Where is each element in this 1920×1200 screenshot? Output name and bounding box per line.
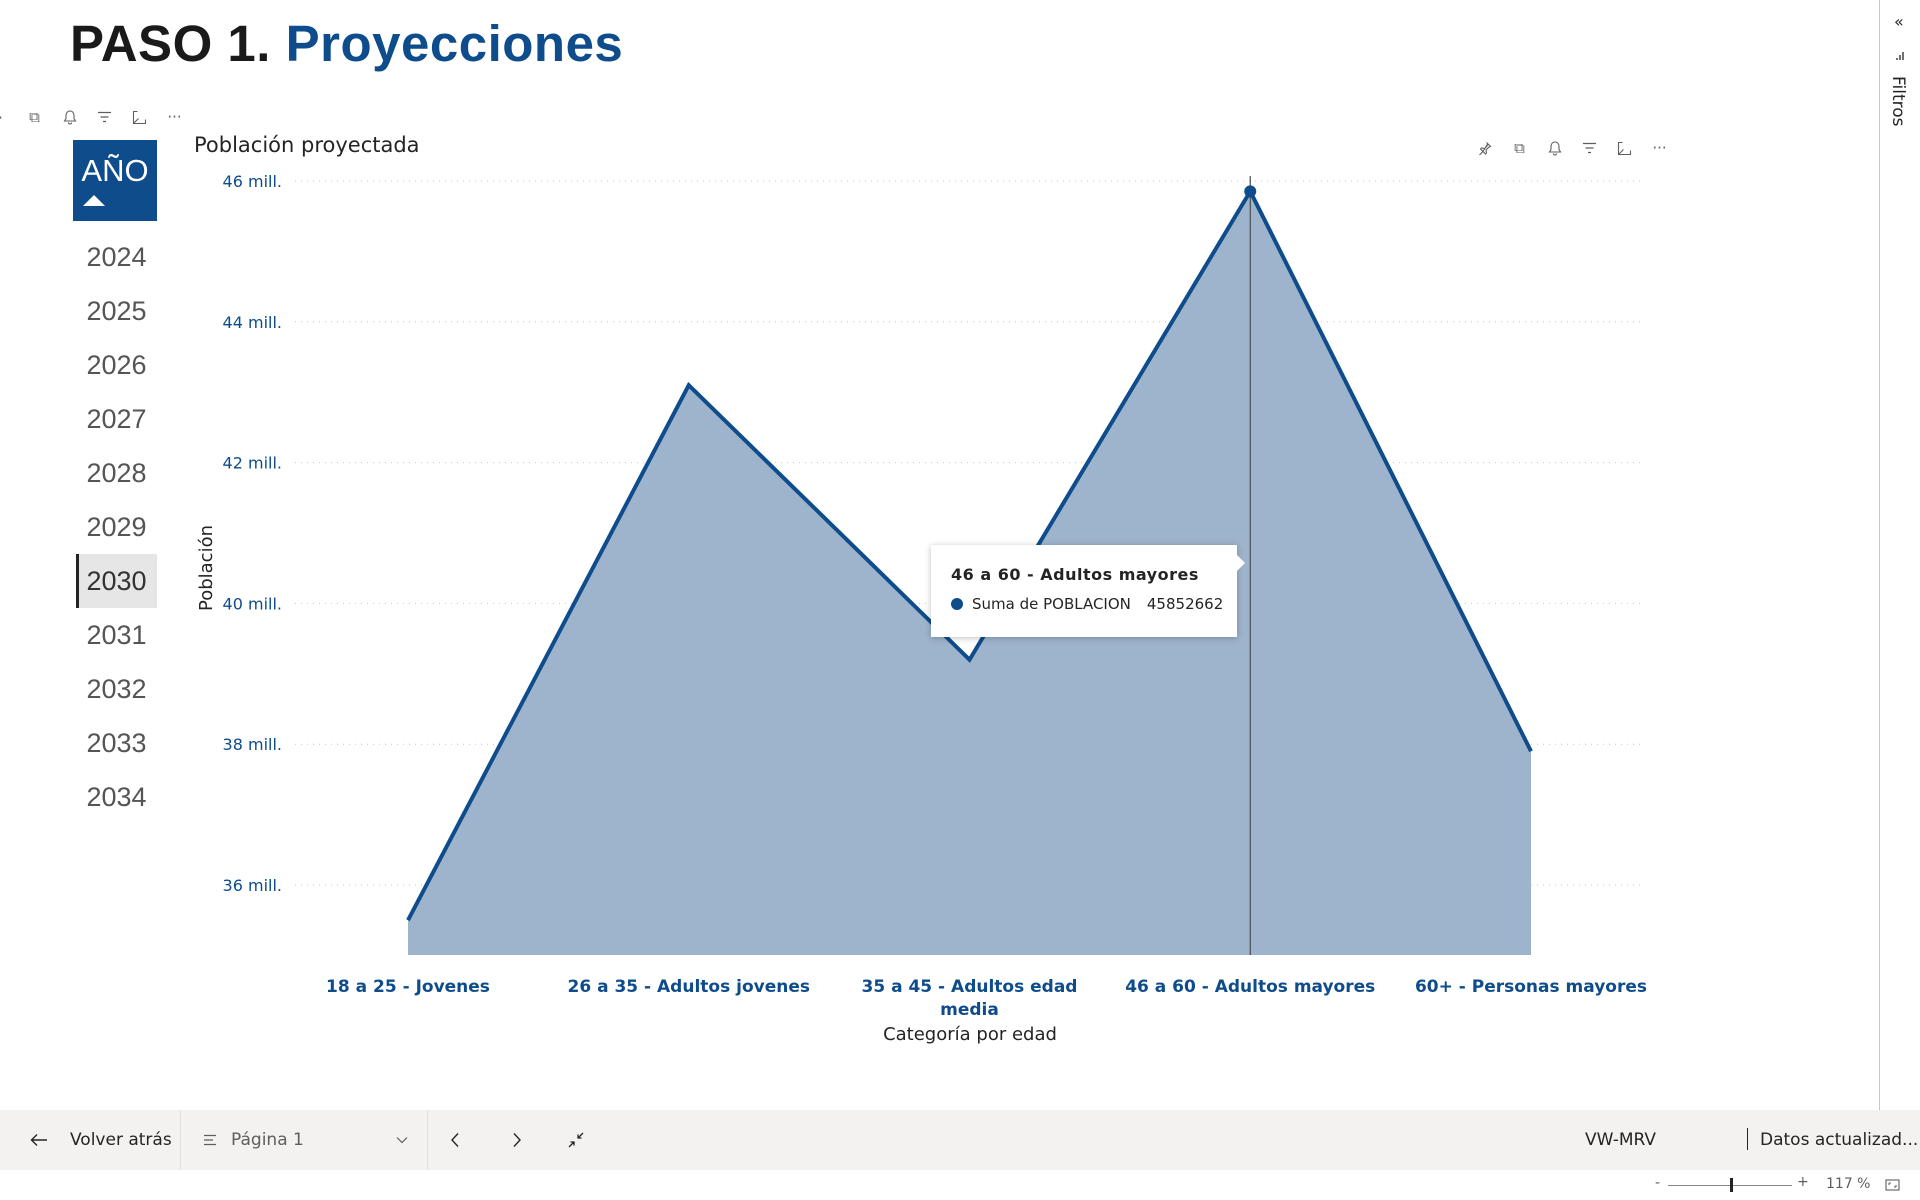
zoom-in-button[interactable]: +: [1797, 1174, 1809, 1190]
back-button[interactable]: Volver atrás: [30, 1110, 172, 1170]
collapse-arrows-icon: [568, 1132, 584, 1148]
chevron-down-icon: [396, 1137, 408, 1144]
y-tick-label: 44 mill.: [223, 313, 282, 332]
y-tick-label: 38 mill.: [223, 735, 282, 754]
x-axis-title: Categoría por edad: [883, 1024, 1057, 1045]
data-updated-label: Datos actualizad...: [1760, 1130, 1919, 1150]
data-point: [1244, 185, 1257, 198]
y-tick-label: 46 mill.: [223, 172, 282, 191]
arrow-left-icon: [30, 1134, 47, 1146]
fit-to-page-icon[interactable]: [1885, 1179, 1900, 1191]
previous-page-button[interactable]: [450, 1110, 460, 1170]
x-tick-label: 35 a 45 - Adultos edad: [862, 977, 1078, 997]
x-tick-label: 26 a 35 - Adultos jovenes: [568, 977, 810, 997]
tooltip-row: Suma de POBLACION 45852662: [951, 595, 1223, 613]
area-chart: 36 mill. 38 mill. 40 mill. 42 mill. 44 mill.…: [196, 172, 1647, 1045]
status-bar: - + 117 %: [0, 1170, 1920, 1200]
report-navigation-bar: Volver atrás Página 1 VW-MRV Datos actua…: [0, 1110, 1920, 1170]
tooltip-title: 46 a 60 - Adultos mayores: [951, 565, 1199, 584]
chart-tooltip: 46 a 60 - Adultos mayores Suma de POBLAC…: [931, 545, 1245, 637]
divider: [180, 1110, 181, 1170]
x-tick-label: 46 a 60 - Adultos mayores: [1125, 977, 1375, 997]
back-button-label: Volver atrás: [70, 1130, 172, 1150]
filter-pane-icon: [1896, 50, 1906, 64]
filters-pane[interactable]: « Filtros: [1879, 0, 1920, 1110]
page-selector-label: Página 1: [231, 1130, 304, 1150]
chevron-right-icon: [513, 1133, 521, 1147]
divider: [427, 1110, 428, 1170]
exit-fullscreen-button[interactable]: [568, 1110, 584, 1170]
divider: [1747, 1128, 1748, 1150]
page-list-icon: [204, 1134, 216, 1146]
workspace-name: VW-MRV: [1585, 1130, 1657, 1150]
x-tick-label: 60+ - Personas mayores: [1415, 977, 1647, 997]
y-axis-title: Población: [196, 525, 217, 611]
x-tick-label: media: [940, 1000, 999, 1020]
chevron-left-icon: [451, 1133, 459, 1147]
y-tick-label: 42 mill.: [223, 454, 282, 473]
y-tick-label: 40 mill.: [223, 594, 282, 613]
y-tick-label: 36 mill.: [223, 876, 282, 895]
next-page-button[interactable]: [512, 1110, 522, 1170]
series-dot-icon: [951, 598, 963, 610]
zoom-level: 117 %: [1826, 1176, 1871, 1192]
page-selector[interactable]: Página 1: [203, 1110, 408, 1170]
filters-pane-label: Filtros: [1888, 76, 1908, 127]
zoom-out-button[interactable]: -: [1655, 1175, 1660, 1191]
tooltip-pointer: [1237, 555, 1245, 571]
tooltip-value: 45852662: [1146, 595, 1224, 613]
x-tick-label: 18 a 25 - Jovenes: [326, 977, 490, 997]
double-chevron-left-icon[interactable]: «: [1894, 12, 1904, 31]
tooltip-measure: Suma de POBLACION: [972, 595, 1131, 613]
zoom-slider-thumb[interactable]: [1730, 1178, 1733, 1192]
